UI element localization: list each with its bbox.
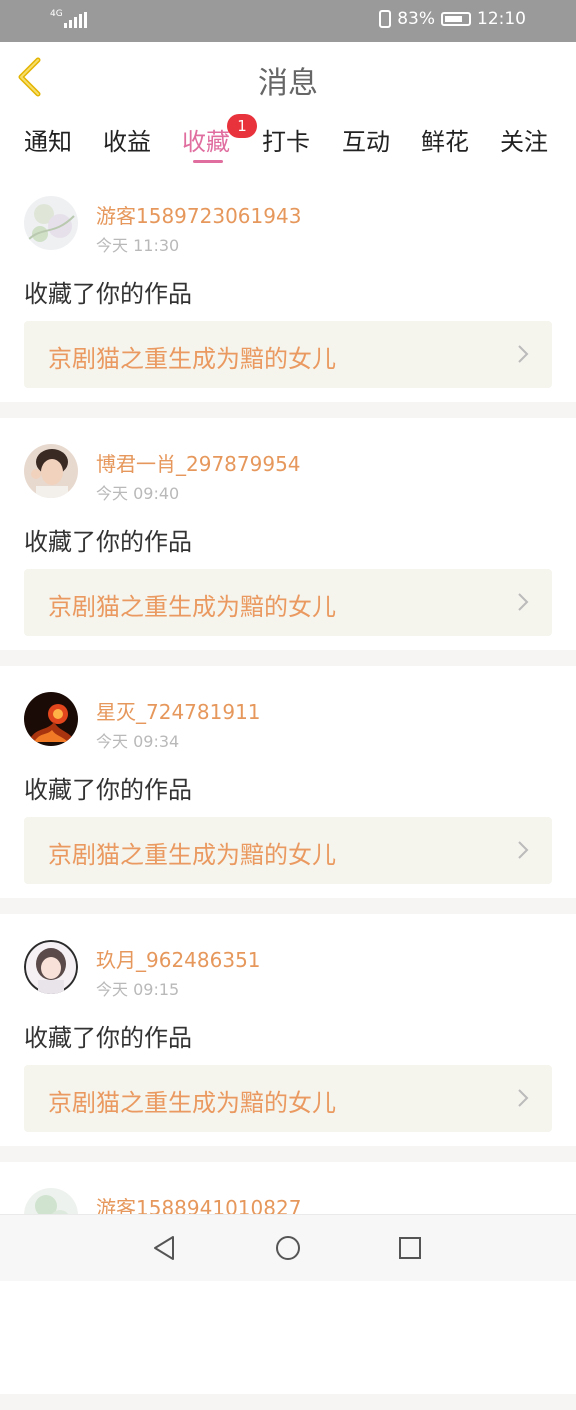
nav-home-icon[interactable] [272,1232,304,1264]
person-avatar-icon[interactable] [24,444,78,498]
action-text: 收藏了你的作品 [24,528,192,556]
tab-checkin[interactable]: 打卡 [262,122,310,157]
system-nav-bar [0,1214,576,1281]
work-title: 京剧猫之重生成为黯的女儿 [48,841,336,869]
work-title: 京剧猫之重生成为黯的女儿 [48,1089,336,1117]
tab-flowers[interactable]: 鲜花 [421,122,469,157]
tab-favorites[interactable]: 收藏 1 [182,114,257,157]
username[interactable]: 游客1589723061943 [96,200,301,229]
floral-avatar-icon[interactable] [24,196,78,250]
anime-girl-avatar-icon[interactable] [24,940,78,994]
action-text: 收藏了你的作品 [24,280,192,308]
battery-percent: 83% [397,9,435,29]
work-link[interactable]: 京剧猫之重生成为黯的女儿 [24,1065,552,1132]
chevron-right-icon [518,841,529,859]
timestamp: 今天 09:15 [96,980,180,999]
work-title: 京剧猫之重生成为黯的女儿 [48,345,336,373]
vibrate-icon [379,10,392,28]
signal-icon [64,12,87,28]
username[interactable]: 博君一肖_297879954 [96,448,301,477]
work-link[interactable]: 京剧猫之重生成为黯的女儿 [24,321,552,388]
message-card: 游客1589723061943 今天 11:30 收藏了你的作品 京剧猫之重生成… [0,170,576,402]
tab-interaction[interactable]: 互动 [342,122,390,157]
status-bar: 4G 83% 12:10 [0,0,576,42]
work-title: 京剧猫之重生成为黯的女儿 [48,593,336,621]
network-type: 4G [50,9,63,19]
nav-back-icon[interactable] [149,1232,181,1264]
message-card: 玖月_962486351 今天 09:15 收藏了你的作品 京剧猫之重生成为黯的… [0,914,576,1146]
work-link[interactable]: 京剧猫之重生成为黯的女儿 [24,569,552,636]
timestamp: 今天 09:34 [96,732,180,751]
username[interactable]: 星灭_724781911 [96,696,261,725]
timestamp: 今天 11:30 [96,236,180,255]
tab-notifications[interactable]: 通知 [24,122,72,157]
nav-recents-icon[interactable] [394,1232,426,1264]
header: 消息 [0,42,576,113]
battery-icon [441,12,471,26]
chevron-right-icon [518,593,529,611]
tab-bar: 通知 收益 收藏 1 打卡 互动 鲜花 关注 [0,112,576,170]
page-title: 消息 [258,66,318,101]
message-card: 博君一肖_297879954 今天 09:40 收藏了你的作品 京剧猫之重生成为… [0,418,576,650]
tab-earnings[interactable]: 收益 [103,122,151,157]
tab-favorites-label: 收藏 [182,128,230,156]
tab-follow[interactable]: 关注 [500,122,548,157]
message-card: 星灭_724781911 今天 09:34 收藏了你的作品 京剧猫之重生成为黯的… [0,666,576,898]
action-text: 收藏了你的作品 [24,1024,192,1052]
timestamp: 今天 09:40 [96,484,180,503]
chevron-right-icon [518,345,529,363]
username[interactable]: 玖月_962486351 [96,944,261,973]
action-text: 收藏了你的作品 [24,776,192,804]
work-link[interactable]: 京剧猫之重生成为黯的女儿 [24,817,552,884]
active-tab-indicator [193,160,223,163]
fire-avatar-icon[interactable] [24,692,78,746]
chevron-right-icon [518,1089,529,1107]
unread-badge: 1 [227,114,257,138]
clock: 12:10 [477,9,526,29]
